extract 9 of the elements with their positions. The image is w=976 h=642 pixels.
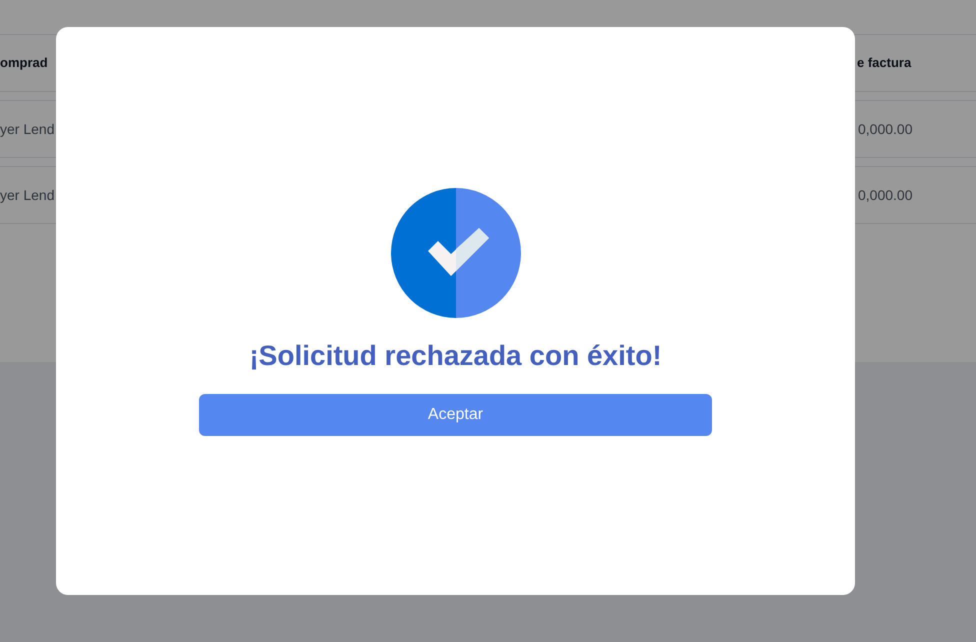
column-header: omprad — [0, 54, 48, 72]
check-circle-icon — [390, 188, 520, 318]
table-cell-text: 0,000.00 — [858, 186, 914, 204]
table-cell-text: yer Lend — [0, 120, 54, 139]
table-cell-text: 0,000.00 — [858, 120, 914, 138]
dialog-title: ¡Solicitud rechazada con éxito! — [249, 339, 662, 373]
accept-button[interactable]: Aceptar — [199, 394, 712, 436]
table-cell-text: yer Lend — [0, 186, 54, 205]
column-header: e factura — [857, 54, 912, 72]
